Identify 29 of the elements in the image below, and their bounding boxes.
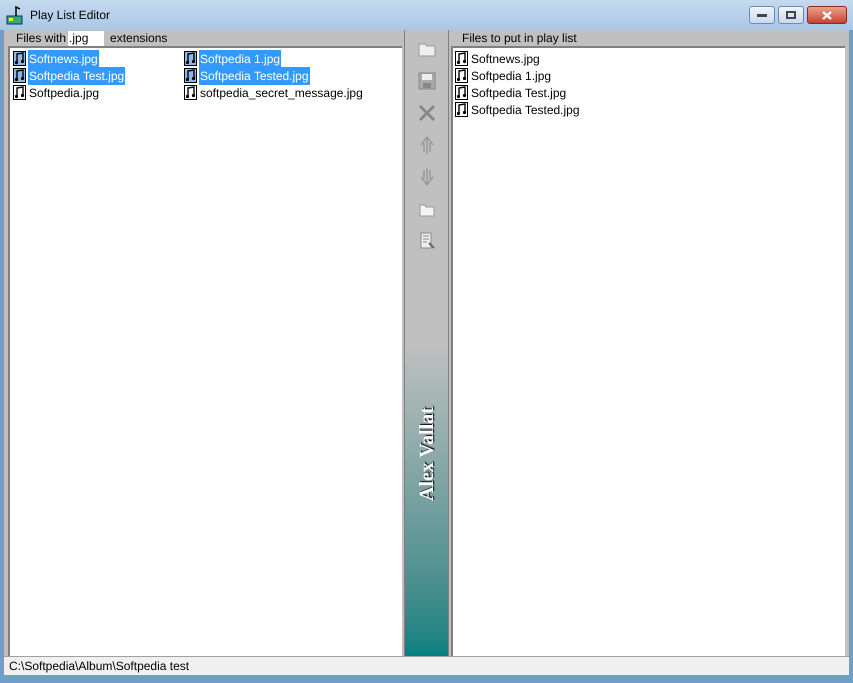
- music-file-icon: [13, 85, 26, 100]
- status-path: C:\Softpedia\Album\Softpedia test: [9, 658, 190, 675]
- playlist-title: Files to put in play list: [462, 30, 577, 47]
- music-file-icon: [184, 51, 197, 66]
- maximize-button[interactable]: [778, 6, 804, 24]
- save-icon[interactable]: [416, 70, 438, 92]
- playlist-item[interactable]: Softpedia Test.jpg: [455, 84, 845, 101]
- playlist-item[interactable]: Softnews.jpg: [455, 50, 845, 67]
- close-button[interactable]: [807, 6, 847, 24]
- music-file-icon: [455, 85, 468, 100]
- music-file-icon: [455, 102, 468, 117]
- window-title: Play List Editor: [30, 7, 110, 24]
- author-name: Alex Vallat: [414, 407, 438, 501]
- playlist-item[interactable]: Softpedia 1.jpg: [455, 67, 845, 84]
- music-file-icon: [184, 85, 197, 100]
- extension-field[interactable]: .jpg: [68, 30, 104, 46]
- minimize-button[interactable]: [749, 6, 775, 24]
- filter-label: extensions: [110, 30, 168, 47]
- music-file-icon: [13, 68, 26, 83]
- playlist-item[interactable]: Softpedia Tested.jpg: [455, 101, 845, 118]
- music-file-icon: [13, 51, 26, 66]
- music-file-icon: [455, 51, 468, 66]
- music-file-icon: [455, 68, 468, 83]
- close-icon: [822, 10, 832, 20]
- filter-label: Files with: [16, 30, 66, 47]
- file-item[interactable]: softpedia_secret_message.jpg: [184, 84, 384, 102]
- app-icon: [6, 5, 24, 25]
- file-item[interactable]: Softpedia.jpg: [13, 84, 184, 102]
- music-file-icon: [184, 68, 197, 83]
